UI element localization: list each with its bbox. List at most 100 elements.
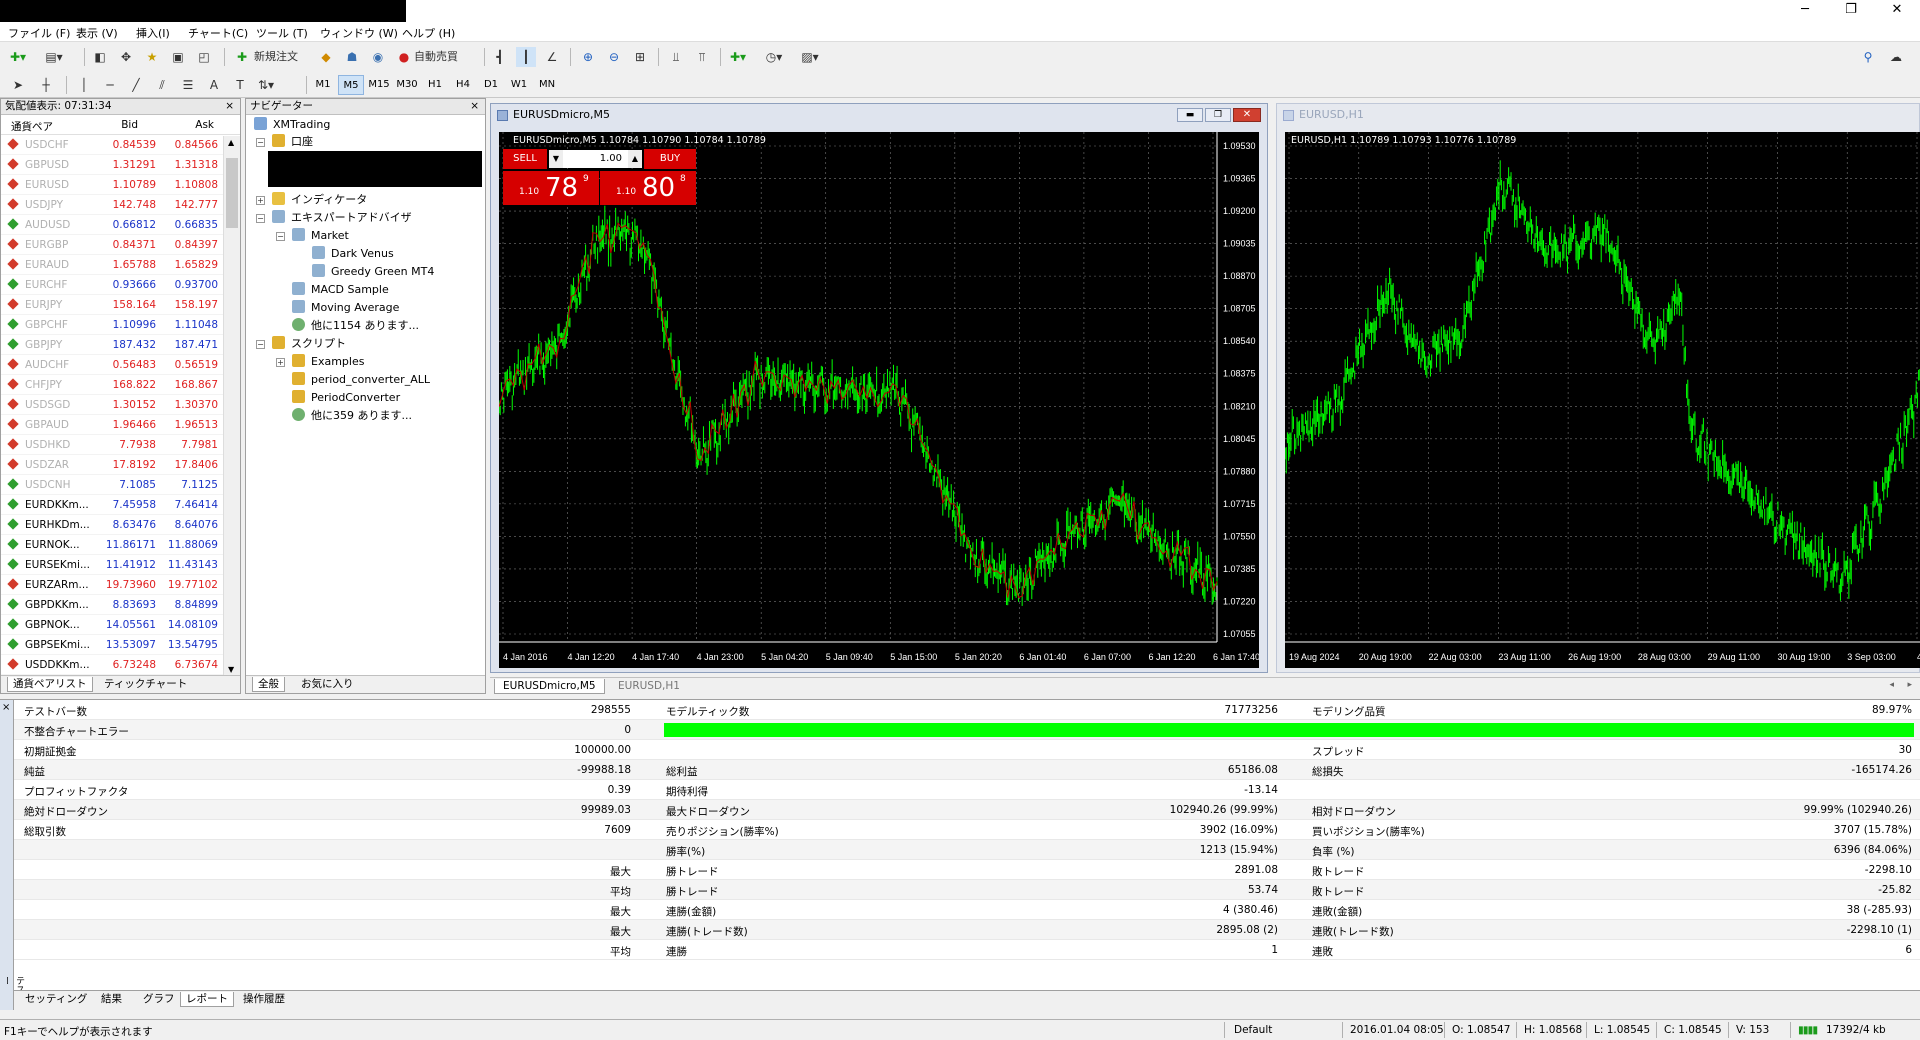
nav-accounts[interactable]: 口座	[272, 133, 313, 151]
nav-moving-average[interactable]: Moving Average	[292, 299, 399, 317]
list-item[interactable]: GBPNOK... 14.05561 14.08109	[1, 615, 240, 635]
templates-icon[interactable]: ▨▾	[800, 47, 820, 67]
nav-market[interactable]: Market	[292, 227, 349, 245]
periods-icon[interactable]: ◷▾	[764, 47, 784, 67]
collapse-icon[interactable]: −	[256, 340, 265, 349]
timeframe-m1[interactable]: M1	[310, 75, 336, 95]
new-chart-icon[interactable]: ✚▾	[8, 47, 28, 67]
indicators-icon[interactable]: ✚▾	[728, 47, 748, 67]
zoom-in-icon[interactable]: ⊕	[578, 47, 598, 67]
new-order-button[interactable]: 新規注文	[254, 47, 298, 67]
list-item[interactable]: GBPSEKmi... 13.53097 13.54795	[1, 635, 240, 655]
nav-more-scripts[interactable]: 他に359 あります...	[292, 407, 412, 425]
menu-window[interactable]: ウィンドウ (W)	[320, 25, 398, 41]
vertical-line-icon[interactable]: │	[74, 75, 94, 95]
menu-chart[interactable]: チャート(C)	[188, 25, 248, 41]
list-item[interactable]: EURAUD 1.65788 1.65829	[1, 255, 240, 275]
chart1-plot[interactable]: 1.09530 1.09365 1.09200 1.09035 1.08870 1.087…	[499, 132, 1259, 668]
list-item[interactable]: EURSEKmi... 11.41912 11.43143	[1, 555, 240, 575]
autoscroll-icon[interactable]: ⫪	[692, 47, 712, 67]
autotrade-button[interactable]: 自動売買	[414, 47, 458, 67]
channel-icon[interactable]: ⫽	[152, 75, 172, 95]
menu-view[interactable]: 表示 (V)	[76, 25, 118, 41]
list-item[interactable]: EURNOK... 11.86171 11.88069	[1, 535, 240, 555]
nav-script-period-all[interactable]: period_converter_ALL	[292, 371, 430, 389]
scroll-down-icon[interactable]: ▼	[228, 665, 234, 674]
menu-help[interactable]: ヘルプ (H)	[402, 25, 455, 41]
buy-price[interactable]: 1.10 80 8	[600, 171, 696, 205]
chart-shift-icon[interactable]: ⫫	[666, 47, 686, 67]
collapse-icon[interactable]: −	[256, 214, 265, 223]
timeframe-m5[interactable]: M5	[338, 75, 364, 95]
scroll-up-icon[interactable]: ▲	[228, 138, 234, 147]
scroll-thumb[interactable]	[226, 158, 238, 228]
sell-price[interactable]: 1.10 78 9	[503, 171, 599, 205]
timeframe-mn[interactable]: MN	[534, 75, 560, 95]
menu-insert[interactable]: 挿入(I)	[136, 25, 170, 41]
list-item[interactable]: GBPDKKm... 8.83693 8.84899	[1, 595, 240, 615]
arrows-icon[interactable]: ⇅▾	[256, 75, 276, 95]
tile-windows-icon[interactable]: ⊞	[630, 47, 650, 67]
list-item[interactable]: AUDUSD 0.66812 0.66835	[1, 215, 240, 235]
autotrade-icon[interactable]: ●	[394, 47, 414, 67]
minimize-button[interactable]: ─	[1782, 0, 1828, 22]
tab-report[interactable]: レポート	[180, 992, 234, 1007]
nav-script-period[interactable]: PeriodConverter	[292, 389, 400, 407]
list-item[interactable]: USDZAR 17.8192 17.8406	[1, 455, 240, 475]
trendline-icon[interactable]: ╱	[126, 75, 146, 95]
nav-examples[interactable]: Examples	[292, 353, 364, 371]
nav-indicators[interactable]: インディケータ	[272, 191, 367, 209]
tab-tick-chart[interactable]: ティックチャート	[99, 677, 192, 692]
tab-journal[interactable]: 操作履歴	[238, 992, 290, 1007]
list-item[interactable]: GBPAUD 1.96466 1.96513	[1, 415, 240, 435]
new-order-icon[interactable]: ✚	[232, 47, 252, 67]
close-icon[interactable]: ×	[225, 99, 234, 114]
list-item[interactable]: USDCHF 0.84539 0.84566	[1, 135, 240, 155]
nav-macd-sample[interactable]: MACD Sample	[292, 281, 389, 299]
menu-tools[interactable]: ツール (T)	[256, 25, 308, 41]
nav-experts[interactable]: エキスパートアドバイザ	[272, 209, 412, 227]
buy-button[interactable]: BUY	[644, 149, 696, 169]
timeframe-m15[interactable]: M15	[366, 75, 392, 95]
cursor-icon[interactable]: ➤	[8, 75, 28, 95]
line-chart-icon[interactable]: ∠	[542, 47, 562, 67]
list-item[interactable]: CHFJPY 168.822 168.867	[1, 375, 240, 395]
profiles-icon[interactable]: ▤▾	[44, 47, 64, 67]
sell-button[interactable]: SELL	[503, 149, 547, 169]
nav-scripts[interactable]: スクリプト	[272, 335, 346, 353]
lot-down-icon[interactable]: ▼	[549, 150, 563, 168]
list-item[interactable]: EURJPY 158.164 158.197	[1, 295, 240, 315]
metaeditor-icon[interactable]: ◆	[316, 47, 336, 67]
timeframe-h4[interactable]: H4	[450, 75, 476, 95]
tester-icon[interactable]: ◰	[194, 47, 214, 67]
text-icon[interactable]: A	[204, 75, 224, 95]
search-icon[interactable]: ⚲	[1858, 47, 1878, 67]
zoom-out-icon[interactable]: ⊖	[604, 47, 624, 67]
list-item[interactable]: USDSGD 1.30152 1.30370	[1, 395, 240, 415]
list-item[interactable]: EURCHF 0.93666 0.93700	[1, 275, 240, 295]
list-item[interactable]: GBPCHF 1.10996 1.11048	[1, 315, 240, 335]
chat-icon[interactable]: ☁	[1886, 47, 1906, 67]
lot-up-icon[interactable]: ▲	[628, 150, 642, 168]
col-bid[interactable]: Bid	[121, 119, 138, 131]
fibonacci-icon[interactable]: ☰	[178, 75, 198, 95]
nav-ea-greedy-green[interactable]: Greedy Green MT4	[312, 263, 434, 281]
menu-file[interactable]: ファイル (F)	[8, 25, 70, 41]
expand-icon[interactable]: +	[256, 196, 265, 205]
tab-results[interactable]: 結果	[96, 992, 127, 1007]
chart-tab-m5[interactable]: EURUSDmicro,M5	[494, 679, 605, 694]
tab-favorites[interactable]: お気に入り	[296, 677, 359, 692]
timeframe-w1[interactable]: W1	[506, 75, 532, 95]
nav-ea-dark-venus[interactable]: Dark Venus	[312, 245, 394, 263]
list-item[interactable]: USDJPY 142.748 142.777	[1, 195, 240, 215]
expand-icon[interactable]: +	[276, 358, 285, 367]
list-item[interactable]: USDCNH 7.1085 7.1125	[1, 475, 240, 495]
signals-icon[interactable]: ☗	[342, 47, 362, 67]
tab-general[interactable]: 全般	[252, 677, 285, 692]
data-window-icon[interactable]: ✥	[116, 47, 136, 67]
list-item[interactable]: GBPUSD 1.31291 1.31318	[1, 155, 240, 175]
close-icon[interactable]: ×	[2, 702, 10, 713]
tab-settings[interactable]: セッティング	[20, 992, 92, 1007]
market-watch-icon[interactable]: ◧	[90, 47, 110, 67]
list-item[interactable]: AUDCHF 0.56483 0.56519	[1, 355, 240, 375]
